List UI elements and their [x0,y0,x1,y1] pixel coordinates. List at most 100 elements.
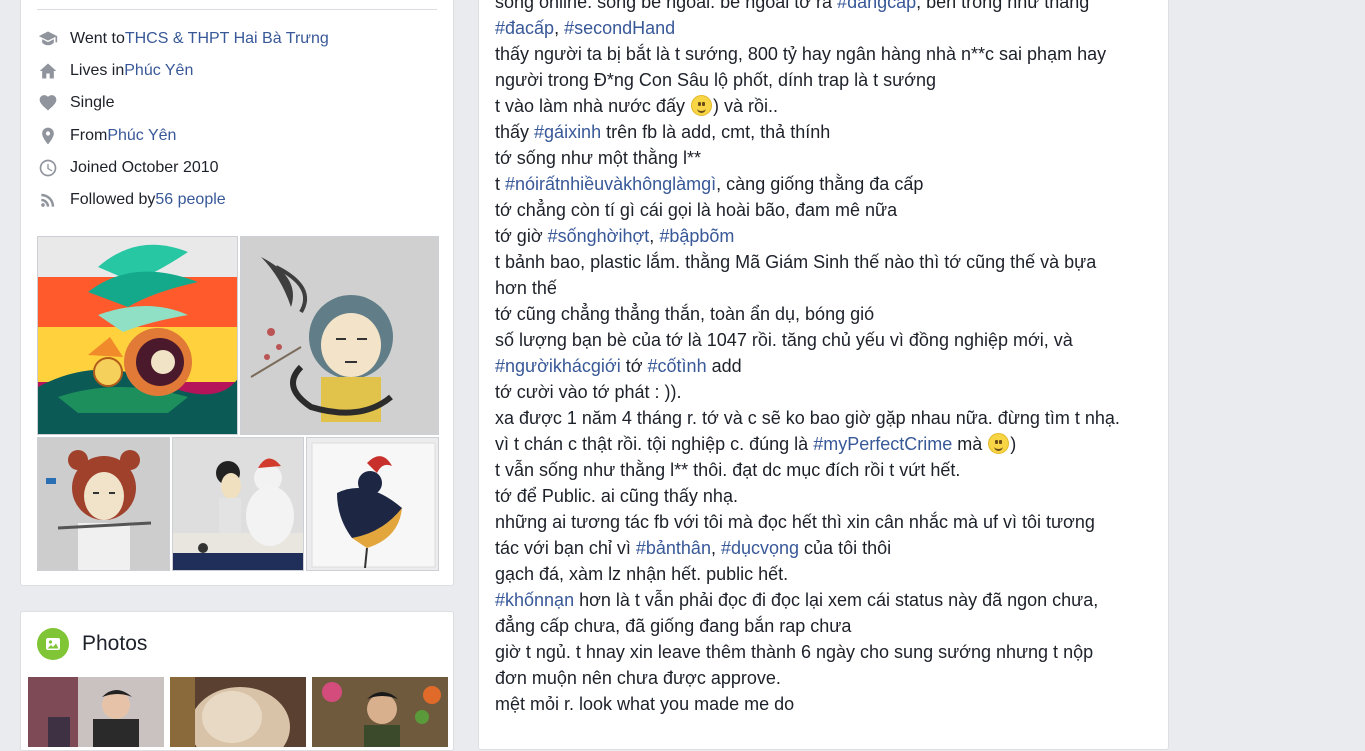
post-text-segment: giờ t ngủ. t hnay xin leave thêm thành 6… [495,642,1094,662]
photo-icon [37,628,69,660]
intro-item-relationship: Single [37,87,437,119]
post-line: tớ để Public. ai cũng thấy nhạ. [495,483,1160,509]
post-line: xa được 1 năm 4 tháng r. tớ và c sẽ ko b… [495,405,1160,431]
post-text-segment: hơn thế [495,278,557,298]
post-line: t #nóirấtnhiềuvàkhônglàmgì, càng giống t… [495,171,1160,197]
intro-item-prefix: Lives in [70,62,125,80]
post-text-segment: thấy [495,122,535,142]
post-text-segment: tớ cười vào tớ phát : )). [495,382,682,402]
post-text-segment: ) [1010,434,1017,454]
post-text-segment: tớ sống như một thằng l** [495,148,701,168]
post-line: đơn muộn nên chưa được approve. [495,665,1160,691]
post-text-segment: tác với bạn chỉ vì [495,538,636,558]
post-line: #khốnnạn hơn là t vẫn phải đọc đi đọc lạ… [495,587,1160,613]
post-line: sống online. sống bề ngoài. bề ngoài tớ … [495,0,1160,15]
post-text-segment: mệt mỏi r. look what you made me do [495,694,795,714]
post-text-segment: hơn là t vẫn phải đọc đi đọc lại xem cái… [574,590,1099,610]
photo-thumb-2[interactable] [170,677,306,747]
post-text-segment: ) và rồi.. [712,96,778,116]
heart-icon [37,92,59,114]
post-text-segment: mà [952,434,988,454]
featured-photo-2[interactable] [240,236,439,435]
post-line: giờ t ngủ. t hnay xin leave thêm thành 6… [495,639,1160,665]
intro-item-prefix: Went to [70,30,125,48]
post-line: #ngườikhácgiới tớ #cốtình add [495,353,1160,379]
photos-title-link[interactable]: Photos [82,632,147,656]
joined-date: Joined October 2010 [70,158,219,176]
hashtag-link[interactable]: #gáixinh [534,122,601,142]
current-city-link[interactable]: Phúc Yên [124,62,193,80]
featured-photo-1[interactable] [37,236,238,435]
post-text-segment: t vào làm nhà nước đấy [495,96,690,116]
post-line: hơn thế [495,275,1160,301]
post-line: thấy #gáixinh trên fb là add, cmt, thả t… [495,119,1160,145]
intro-item-joined: Joined October 2010 [37,152,437,184]
graduation-cap-icon [37,28,59,50]
post-text-segment: đơn muộn nên chưa được approve. [495,668,781,688]
hashtag-link[interactable]: #khốnnạn [495,590,574,610]
post-text-segment: tớ giờ [495,226,548,246]
school-link[interactable]: THCS & THPT Hai Bà Trưng [125,30,329,48]
post-line: tớ sống như một thằng l** [495,145,1160,171]
hashtag-link[interactable]: #secondHand [564,18,675,38]
photos-card: Photos [20,611,454,751]
smile-emoji-icon [988,433,1010,454]
post-line: thấy người ta bị bắt là t sướng, 800 tỷ … [495,41,1160,67]
post-text-segment: số lượng bạn bè của tớ là 1047 rồi. tăng… [495,330,1073,350]
post-text-segment: , [649,226,660,246]
hashtag-link[interactable]: #bảnthân [636,538,711,558]
post-text-segment: tớ [620,356,648,376]
post-line: đẳng cấp chưa, đã giống đang bắn rap chư… [495,613,1160,639]
location-pin-icon [37,125,59,147]
intro-item-hometown: From Phúc Yên [37,120,437,152]
photos-header: Photos [37,628,147,660]
post-text-segment: trên fb là add, cmt, thả thính [601,122,831,142]
rss-icon [37,189,59,211]
post-text-segment: xa được 1 năm 4 tháng r. tớ và c sẽ ko b… [495,408,1120,428]
post-text-segment: gạch đá, xàm lz nhận hết. public hết. [495,564,789,584]
intro-item-education: Went to THCS & THPT Hai Bà Trưng [37,23,437,55]
post-line: tớ chẳng còn tí gì cái gọi là hoài bão, … [495,197,1160,223]
post-text-segment: , bên trong như thằng [916,0,1090,12]
home-icon [37,60,59,82]
photo-thumb-3[interactable] [312,677,448,747]
post-text-segment: t bảnh bao, plastic lắm. thằng Mã Giám S… [495,252,1097,272]
featured-photo-4[interactable] [172,437,304,571]
post-line: số lượng bạn bè của tớ là 1047 rồi. tăng… [495,327,1160,353]
post-text-segment: thấy người ta bị bắt là t sướng, 800 tỷ … [495,44,1107,64]
post-text-segment: tớ để Public. ai cũng thấy nhạ. [495,486,738,506]
clock-icon [37,157,59,179]
hashtag-link[interactable]: #bậpbõm [659,226,734,246]
featured-photo-5[interactable] [306,437,439,571]
hashtag-link[interactable]: #myPerfectCrime [813,434,952,454]
photo-thumb-1[interactable] [28,677,164,747]
post-line: t bảnh bao, plastic lắm. thằng Mã Giám S… [495,249,1160,275]
hashtag-link[interactable]: #ngườikhácgiới [495,356,621,376]
hashtag-link[interactable]: #sốnghờihợt [548,226,650,246]
hometown-link[interactable]: Phúc Yên [107,127,176,145]
hashtag-link[interactable]: #nóirấtnhiềuvàkhônglàmgì [505,174,716,194]
post-line: tớ cũng chẳng thẳng thắn, toàn ẩn dụ, bó… [495,301,1160,327]
featured-photo-3[interactable] [37,437,170,571]
post-text-segment: của tôi thôi [799,538,892,558]
intro-divider [37,9,437,10]
hashtag-link[interactable]: #đacấp [495,18,554,38]
post-line: t vào làm nhà nước đấy ) và rồi.. [495,93,1160,119]
post-text-segment: t [495,174,506,194]
hashtag-link[interactable]: #cốtình [648,356,707,376]
hashtag-link[interactable]: #đẳngcấp [837,0,916,12]
intro-item-lives-in: Lives in Phúc Yên [37,55,437,87]
post-text-segment: t vẫn sống như thằng l** thôi. đạt dc mụ… [495,460,961,480]
post-text-segment: tớ chẳng còn tí gì cái gọi là hoài bão, … [495,200,898,220]
post-text-segment: vì t chán c thật rồi. tội nghiệp c. đúng… [495,434,814,454]
followers-link[interactable]: 56 people [155,191,225,209]
post-card: sống online. sống bề ngoài. bề ngoài tớ … [478,0,1169,750]
hashtag-link[interactable]: #dụcvọng [721,538,799,558]
post-line: tác với bạn chỉ vì #bảnthân, #dụcvọng củ… [495,535,1160,561]
post-line: tớ giờ #sốnghờihợt, #bậpbõm [495,223,1160,249]
post-line: #đacấp, #secondHand [495,15,1160,41]
post-text-segment: sống online. sống bề ngoài. bề ngoài tớ … [495,0,838,12]
post-text-segment: người trong Đ*ng Con Sâu lộ phốt, dính t… [495,70,936,90]
post-text-segment: , [554,18,565,38]
post-text: sống online. sống bề ngoài. bề ngoài tớ … [495,0,1160,717]
